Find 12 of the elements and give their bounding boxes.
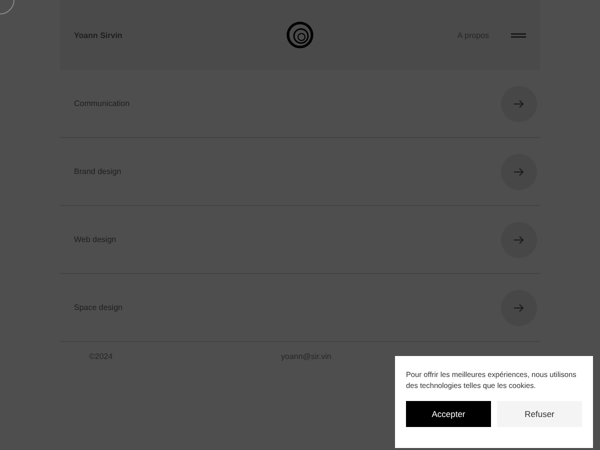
arrow-right-icon — [514, 100, 524, 108]
arrow-button[interactable] — [501, 86, 537, 122]
arrow-right-icon — [514, 168, 524, 176]
arrow-right-icon — [514, 304, 524, 312]
refuse-button[interactable]: Refuser — [497, 401, 582, 427]
menu-icon[interactable] — [511, 32, 526, 38]
arrow-button[interactable] — [501, 290, 537, 326]
arrow-right-icon — [514, 236, 524, 244]
accept-button[interactable]: Accepter — [406, 401, 491, 427]
arrow-button[interactable] — [501, 222, 537, 258]
arrow-button[interactable] — [501, 154, 537, 190]
spiral-logo-icon[interactable] — [286, 21, 314, 49]
